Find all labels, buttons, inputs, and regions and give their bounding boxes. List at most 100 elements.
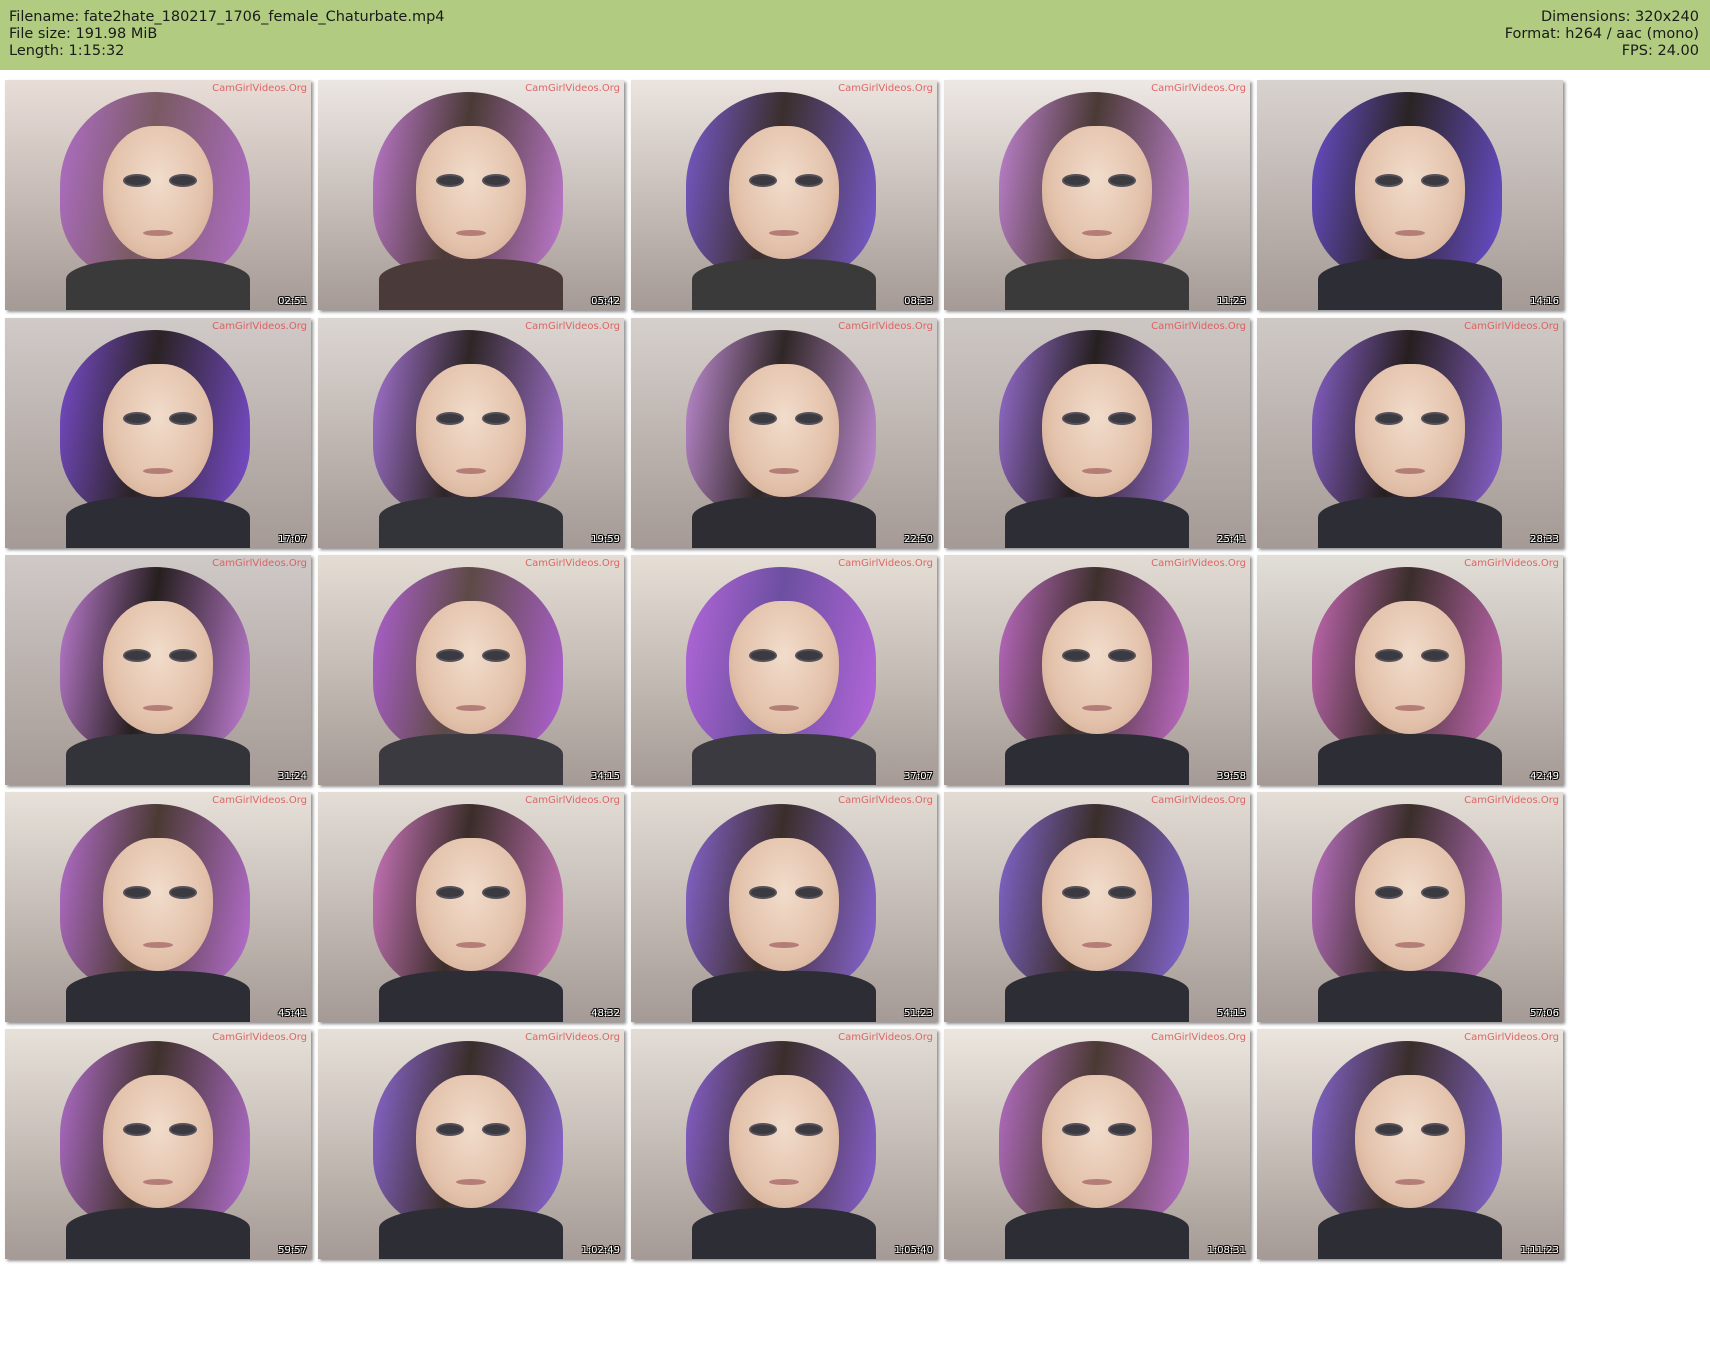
eye-shape [435,886,464,900]
watermark-text: CamGirlVideos.Org [1464,321,1559,332]
video-thumbnail[interactable]: CamGirlVideos.Org 39:58 [944,555,1250,785]
eye-shape [169,1123,198,1137]
face-shape [728,126,840,260]
watermark-text: CamGirlVideos.Org [1464,558,1559,569]
eye-shape [169,412,198,426]
watermark-text: CamGirlVideos.Org [1151,558,1246,569]
mouth-shape [143,468,173,475]
watermark-text: CamGirlVideos.Org [1151,321,1246,332]
watermark-text: CamGirlVideos.Org [525,1032,620,1043]
watermark-text: CamGirlVideos.Org [1151,1032,1246,1043]
video-thumbnail[interactable]: CamGirlVideos.Org 34:15 [318,555,624,785]
face-shape [102,364,214,498]
eye-shape [482,1123,511,1137]
video-thumbnail[interactable]: CamGirlVideos.Org 37:07 [631,555,937,785]
thumbnail-timestamp: 05:42 [591,296,620,307]
eye-shape [1374,1123,1403,1137]
thumbnail-timestamp: 02:51 [278,296,307,307]
mouth-shape [456,468,486,475]
eye-shape [748,886,777,900]
video-thumbnail[interactable]: CamGirlVideos.Org 11:25 [944,80,1250,310]
eye-shape [1421,412,1450,426]
clothing-shape [66,734,250,785]
watermark-text: CamGirlVideos.Org [212,795,307,806]
clothing-shape [1318,1208,1502,1259]
thumbnail-timestamp: 08:33 [904,296,933,307]
video-thumbnail[interactable]: CamGirlVideos.Org 42:49 [1257,555,1563,785]
video-thumbnail[interactable]: CamGirlVideos.Org 22:50 [631,318,937,548]
eye-shape [795,886,824,900]
face-shape [102,126,214,260]
clothing-shape [379,497,563,548]
video-thumbnail[interactable]: CamGirlVideos.Org 1:08:31 [944,1029,1250,1259]
video-thumbnail[interactable]: CamGirlVideos.Org 51:23 [631,792,937,1022]
video-thumbnail[interactable]: CamGirlVideos.Org 05:42 [318,80,624,310]
watermark-text: CamGirlVideos.Org [525,795,620,806]
video-thumbnail[interactable]: CamGirlVideos.Org 17:07 [5,318,311,548]
face-shape [1041,364,1153,498]
eye-shape [482,174,511,188]
mouth-shape [1082,705,1112,712]
mouth-shape [1395,468,1425,475]
clothing-shape [379,259,563,310]
mouth-shape [1082,230,1112,237]
video-thumbnail[interactable]: CamGirlVideos.Org 28:33 [1257,318,1563,548]
clothing-shape [1005,497,1189,548]
clothing-shape [692,734,876,785]
face-shape [1354,1075,1466,1209]
eye-shape [1108,412,1137,426]
video-thumbnail[interactable]: CamGirlVideos.Org 48:32 [318,792,624,1022]
video-thumbnail[interactable]: CamGirlVideos.Org 57:06 [1257,792,1563,1022]
mouth-shape [1395,230,1425,237]
video-thumbnail[interactable]: CamGirlVideos.Org 19:59 [318,318,624,548]
watermark-text: CamGirlVideos.Org [525,558,620,569]
eye-shape [1421,649,1450,663]
eye-shape [1108,886,1137,900]
mouth-shape [769,1179,799,1186]
eye-shape [748,1123,777,1137]
watermark-text: CamGirlVideos.Org [1464,1032,1559,1043]
eye-shape [1061,412,1090,426]
eye-shape [122,1123,151,1137]
clothing-shape [1318,259,1502,310]
video-thumbnail[interactable]: CamGirlVideos.Org 31:24 [5,555,311,785]
thumbnail-timestamp: 1:08:31 [1207,1245,1246,1256]
video-thumbnail[interactable]: CamGirlVideos.Org 54:15 [944,792,1250,1022]
mouth-shape [456,230,486,237]
video-thumbnail[interactable]: CamGirlVideos.Org 45:41 [5,792,311,1022]
eye-shape [1061,174,1090,188]
clothing-shape [1005,259,1189,310]
thumbnail-timestamp: 59:57 [278,1245,307,1256]
watermark-text: CamGirlVideos.Org [838,1032,933,1043]
thumbnail-timestamp: 42:49 [1530,771,1559,782]
mouth-shape [143,1179,173,1186]
eye-shape [1108,174,1137,188]
video-thumbnail[interactable]: CamGirlVideos.Org 02:51 [5,80,311,310]
mouth-shape [769,468,799,475]
video-thumbnail[interactable]: CamGirlVideos.Org 1:02:49 [318,1029,624,1259]
face-shape [728,364,840,498]
clothing-shape [1005,734,1189,785]
eye-shape [1061,649,1090,663]
video-thumbnail[interactable]: CamGirlVideos.Org 25:41 [944,318,1250,548]
watermark-text: CamGirlVideos.Org [212,558,307,569]
mouth-shape [1082,1179,1112,1186]
thumbnail-timestamp: 17:07 [278,534,307,545]
clothing-shape [66,259,250,310]
video-thumbnail[interactable]: CamGirlVideos.Org 59:57 [5,1029,311,1259]
mouth-shape [769,705,799,712]
eye-shape [169,174,198,188]
video-thumbnail[interactable]: CamGirlVideos.Org 08:33 [631,80,937,310]
video-thumbnail[interactable]: 14:16 [1257,80,1563,310]
eye-shape [1421,1123,1450,1137]
watermark-text: CamGirlVideos.Org [525,83,620,94]
eye-shape [748,412,777,426]
watermark-text: CamGirlVideos.Org [1151,83,1246,94]
thumbnail-timestamp: 45:41 [278,1008,307,1019]
video-thumbnail[interactable]: CamGirlVideos.Org 1:11:23 [1257,1029,1563,1259]
thumbnail-timestamp: 25:41 [1217,534,1246,545]
mouth-shape [456,705,486,712]
eye-shape [1374,649,1403,663]
clothing-shape [1318,497,1502,548]
video-thumbnail[interactable]: CamGirlVideos.Org 1:05:40 [631,1029,937,1259]
